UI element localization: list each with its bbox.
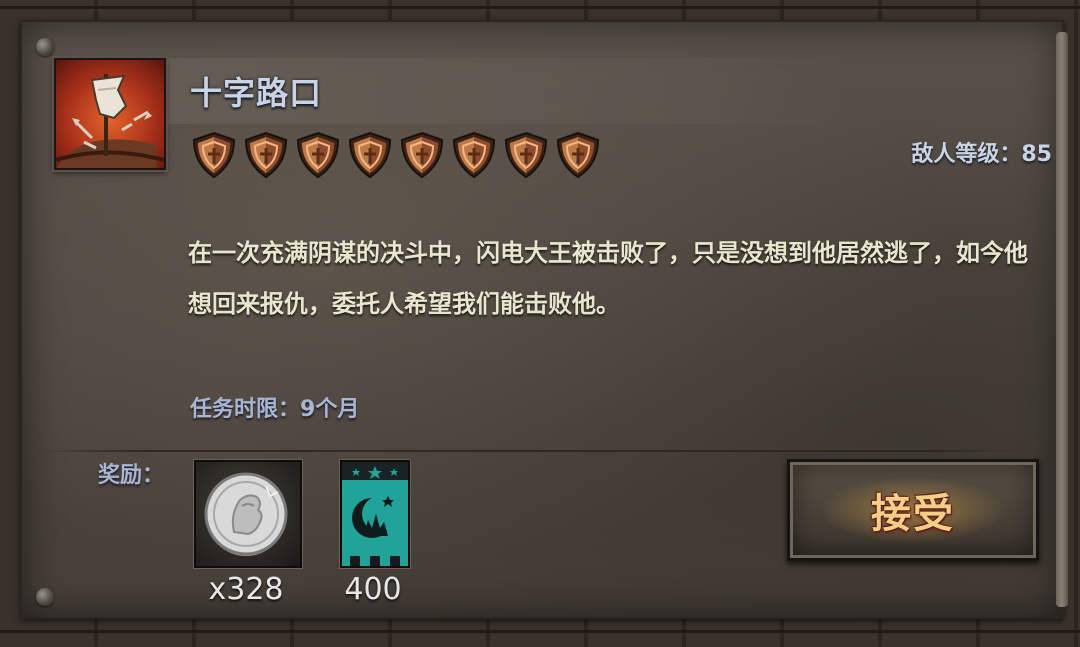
silver-coin-icon [204, 472, 288, 556]
shield-icon [192, 131, 236, 179]
shield-icon [296, 131, 340, 179]
shield-icon [348, 131, 392, 179]
quest-title: 十字路口 [190, 74, 323, 112]
wood-plank-seam [0, 6, 1080, 9]
shield-icon [244, 131, 288, 179]
time-limit: 任务时限：9个月 [190, 392, 359, 428]
reward-label: 奖励： [98, 463, 165, 488]
shield-icon [556, 131, 600, 179]
rivet-icon [36, 38, 54, 56]
reward-banner-count: 400 [344, 572, 402, 607]
accept-label: 接受 [871, 491, 955, 537]
wood-plank-seam [0, 630, 1080, 633]
accept-button[interactable]: 接受 [787, 459, 1039, 561]
reward-coin-count: x328 [208, 572, 284, 607]
enemy-level-label: 敌人等级： [911, 142, 1022, 167]
time-limit-value: 9个月 [300, 397, 360, 422]
title-band [62, 58, 842, 124]
time-limit-label: 任务时限： [190, 397, 301, 422]
moon-banner-icon [342, 462, 408, 566]
difficulty-shields [190, 130, 602, 180]
quest-description: 在一次充满阴谋的决斗中，闪电大王被击败了，只是没想到他居然逃了，如今他想回来报仇… [188, 239, 1028, 318]
game-screen: 十字路口 敌人等级：85 在一次充满阴谋的决斗中，闪电大王被击败了，只是没想到他… [0, 0, 1080, 647]
quest-panel: 十字路口 敌人等级：85 在一次充满阴谋的决斗中，闪电大王被击败了，只是没想到他… [20, 20, 1068, 619]
enemy-level: 敌人等级：85 [911, 138, 1052, 172]
shield-icon [504, 131, 548, 179]
enemy-level-value: 85 [1021, 142, 1052, 167]
rivet-icon [36, 588, 54, 606]
shield-icon [452, 131, 496, 179]
reward-banner[interactable] [340, 460, 410, 568]
reward-silver-coin[interactable] [194, 460, 302, 568]
divider [38, 450, 1028, 452]
quest-icon [54, 58, 166, 170]
shield-icon [400, 131, 444, 179]
burning-banner-icon [56, 74, 164, 168]
panel-right-edge [1056, 32, 1068, 607]
